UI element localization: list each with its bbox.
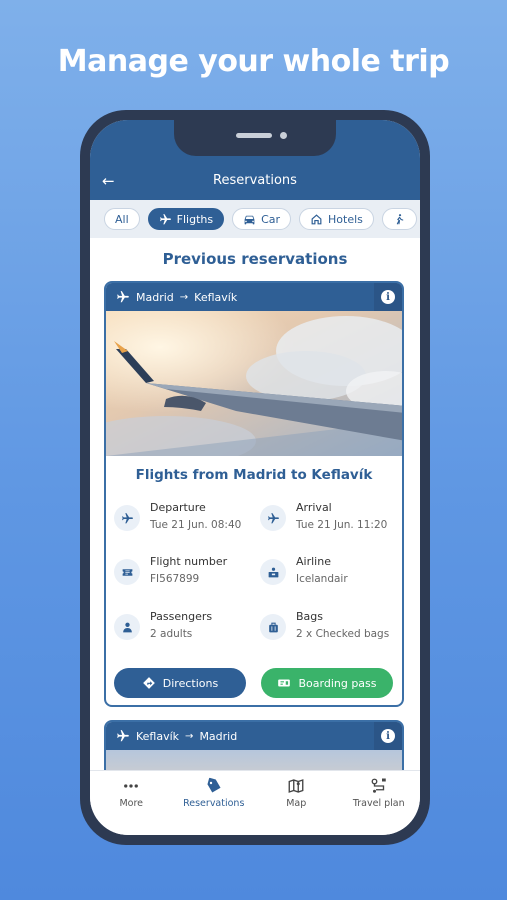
filter-label: Hotels bbox=[328, 212, 363, 226]
reservation-card[interactable]: Keflavík → Madrid i bbox=[104, 720, 404, 770]
plane-icon bbox=[114, 505, 140, 531]
tab-map[interactable]: Map bbox=[255, 771, 338, 815]
phone-screen: ← Reservations All Fligths Car Hotels Pr… bbox=[90, 120, 420, 835]
detail-label: Bags bbox=[296, 610, 324, 623]
phone-frame: ← Reservations All Fligths Car Hotels Pr… bbox=[80, 110, 430, 845]
flight-photo bbox=[106, 750, 402, 770]
filter-flights[interactable]: Fligths bbox=[147, 208, 225, 230]
info-icon: i bbox=[381, 290, 395, 304]
detail-value: FI567899 bbox=[150, 573, 200, 585]
reservation-title: Flights from Madrid to Keflavík bbox=[135, 467, 373, 483]
luggage-icon bbox=[260, 614, 286, 640]
reservation-card[interactable]: Madrid → Keflavík i Flights from Madrid … bbox=[104, 281, 404, 707]
route-arrow: → bbox=[185, 730, 194, 742]
route-destination: Keflavík bbox=[194, 290, 238, 304]
info-button[interactable]: i bbox=[374, 283, 402, 311]
tab-label: Reservations bbox=[183, 798, 245, 809]
airline-detail: Airline Icelandair bbox=[260, 555, 400, 595]
person-icon bbox=[114, 614, 140, 640]
filter-label: Car bbox=[261, 212, 281, 226]
departure-detail: Departure Tue 21 Jun. 08:40 bbox=[114, 501, 254, 541]
directions-button[interactable]: Directions bbox=[114, 668, 246, 698]
route-arrow: → bbox=[179, 291, 189, 303]
route-origin: Keflavík bbox=[136, 729, 180, 743]
boarding-pass-button[interactable]: Boarding pass bbox=[261, 668, 393, 698]
detail-label: Arrival bbox=[296, 501, 332, 514]
speaker-grille bbox=[236, 133, 272, 138]
tab-travel-plan[interactable]: Travel plan bbox=[338, 771, 421, 815]
plane-icon bbox=[159, 213, 171, 224]
detail-value: Icelandair bbox=[296, 573, 348, 585]
filter-chips: All Fligths Car Hotels bbox=[90, 200, 420, 238]
home-icon bbox=[311, 213, 322, 224]
directions-label: Directions bbox=[162, 676, 219, 690]
tab-label: Travel plan bbox=[352, 798, 405, 809]
detail-value: 2 adults bbox=[150, 628, 193, 640]
route-origin: Madrid bbox=[136, 290, 174, 304]
ticket-icon bbox=[114, 559, 140, 585]
plane-icon bbox=[260, 505, 286, 531]
filter-label: All bbox=[115, 212, 129, 226]
info-icon: i bbox=[381, 729, 395, 743]
route-plan-icon bbox=[371, 778, 386, 793]
headline: Manage your whole trip bbox=[57, 44, 450, 79]
airline-desk-icon bbox=[260, 559, 286, 585]
detail-value: Tue 21 Jun. 08:40 bbox=[150, 519, 242, 531]
detail-value: Tue 21 Jun. 11:20 bbox=[296, 519, 388, 531]
home-indicator-area bbox=[90, 815, 420, 835]
tab-more[interactable]: More bbox=[90, 771, 173, 815]
flight-number-detail: Flight number FI567899 bbox=[114, 555, 254, 595]
walking-person-icon bbox=[396, 213, 404, 224]
reservations-list[interactable]: Previous reservations Madrid → Keflavík … bbox=[90, 238, 420, 770]
detail-label: Airline bbox=[296, 555, 331, 568]
filter-all[interactable]: All bbox=[104, 208, 140, 230]
flight-photo bbox=[106, 311, 402, 456]
tab-label: More bbox=[119, 798, 144, 809]
detail-label: Flight number bbox=[150, 555, 228, 568]
directions-icon bbox=[142, 677, 155, 689]
bottom-tab-bar: More Reservations Map Travel plan bbox=[90, 770, 420, 815]
filter-car[interactable]: Car bbox=[232, 208, 292, 230]
filter-label: Fligths bbox=[176, 212, 214, 226]
tab-label: Map bbox=[286, 798, 307, 809]
detail-label: Departure bbox=[150, 501, 206, 514]
filter-hotels[interactable]: Hotels bbox=[299, 208, 374, 230]
page-title: Reservations bbox=[213, 173, 297, 188]
plane-icon bbox=[117, 730, 129, 742]
filter-activities[interactable] bbox=[381, 208, 417, 230]
tab-reservations[interactable]: Reservations bbox=[173, 771, 256, 815]
section-title: Previous reservations bbox=[162, 250, 348, 268]
map-icon bbox=[288, 779, 304, 793]
info-button[interactable]: i bbox=[374, 722, 402, 750]
boarding-pass-icon bbox=[278, 679, 291, 687]
phone-notch bbox=[174, 120, 336, 156]
more-dots-icon bbox=[124, 784, 139, 788]
card-header: Keflavík → Madrid bbox=[106, 722, 402, 750]
bags-detail: Bags 2 x Checked bags bbox=[260, 610, 400, 650]
boarding-pass-label: Boarding pass bbox=[298, 676, 377, 690]
route-destination: Madrid bbox=[199, 729, 238, 743]
detail-label: Passengers bbox=[150, 610, 213, 623]
arrival-detail: Arrival Tue 21 Jun. 11:20 bbox=[260, 501, 400, 541]
car-icon bbox=[244, 215, 255, 224]
plane-icon bbox=[117, 291, 129, 303]
passengers-detail: Passengers 2 adults bbox=[114, 610, 254, 650]
tag-icon bbox=[207, 777, 221, 793]
detail-value: 2 x Checked bags bbox=[296, 628, 390, 640]
card-header: Madrid → Keflavík bbox=[106, 283, 402, 311]
front-camera bbox=[280, 132, 287, 139]
